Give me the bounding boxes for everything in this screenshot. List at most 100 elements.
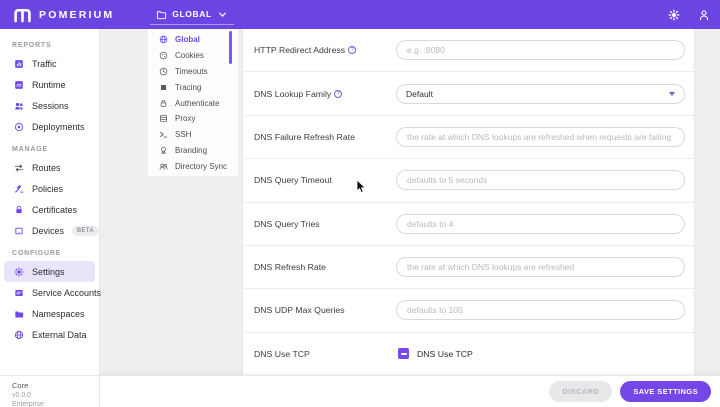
service-accounts-icon: [14, 288, 24, 298]
proxy-stack-icon: [159, 114, 168, 123]
settings-nav-label: Branding: [175, 145, 208, 155]
field-control: DNS Use TCP: [396, 348, 685, 360]
form-row-dns-failure-refresh-rate: DNS Failure Refresh Rate: [243, 116, 694, 160]
dns-query-timeout-input[interactable]: [396, 170, 685, 191]
product-secondary: Enterprise: [12, 401, 44, 407]
workspace-label: GLOBAL: [172, 9, 212, 19]
sidebar-item-traffic[interactable]: Traffic: [4, 53, 95, 74]
sidebar-item-label: Policies: [32, 183, 64, 194]
field-label-text: DNS UDP Max Queries: [254, 305, 345, 316]
field-label: DNS Lookup Family?: [254, 89, 386, 99]
dns-query-tries-input[interactable]: [396, 213, 685, 234]
sidebar-item-label: Deployments: [32, 121, 85, 132]
save-settings-button[interactable]: SAVE SETTINGS: [620, 381, 711, 402]
settings-nav-item-global[interactable]: Global: [148, 32, 238, 48]
sidebar-item-label: Runtime: [32, 79, 66, 90]
settings-nav-item-cookies[interactable]: Cookies: [148, 48, 238, 64]
sidebar-item-label: Routes: [32, 162, 61, 173]
field-label-text: HTTP Redirect Address: [254, 45, 346, 56]
settings-nav-item-tracing[interactable]: Tracing: [148, 79, 238, 95]
sidebar-item-runtime[interactable]: Runtime: [4, 74, 95, 95]
help-icon[interactable]: ?: [334, 89, 343, 98]
routes-icon: [14, 163, 24, 173]
workspace-selector[interactable]: GLOBAL: [150, 4, 234, 25]
globe-icon: [159, 35, 168, 44]
help-icon[interactable]: ?: [348, 46, 357, 55]
sessions-icon: [14, 101, 24, 111]
settings-nav-item-timeouts[interactable]: Timeouts: [148, 64, 238, 80]
sidebar-item-service-accounts[interactable]: Service Accounts: [4, 282, 101, 303]
user-icon[interactable]: [698, 9, 710, 21]
pomerium-logo-icon: [13, 7, 32, 23]
primary-sidebar: REPORTS Traffic Runtime Sessions Deployments…: [0, 29, 101, 375]
clock-icon: [159, 67, 168, 76]
sidebar-item-label: Devices: [32, 225, 65, 236]
beta-badge: BETA: [72, 225, 99, 236]
traffic-chart-icon: [14, 59, 24, 69]
branding-award-icon: [159, 146, 168, 155]
field-label-text: DNS Use TCP: [254, 348, 310, 359]
field-label-text: DNS Lookup Family: [254, 88, 332, 99]
nav-scrollbar[interactable]: [229, 31, 232, 64]
sidebar-item-certificates[interactable]: Certificates: [4, 199, 95, 220]
settings-nav-label: Global: [175, 35, 200, 45]
settings-gear-icon[interactable]: [668, 8, 680, 21]
dns-udp-max-queries-input[interactable]: [396, 300, 685, 321]
field-label-text: DNS Refresh Rate: [254, 262, 326, 273]
settings-nav-label: SSH: [175, 130, 192, 140]
namespaces-icon: [14, 309, 24, 319]
field-control: [396, 126, 685, 147]
chevron-down-icon: [669, 91, 675, 96]
dns-use-tcp-checkbox[interactable]: [398, 348, 409, 360]
field-label: DNS UDP Max Queries: [254, 305, 386, 315]
lock-icon: [159, 99, 168, 108]
sidebar-item-sessions[interactable]: Sessions: [4, 95, 95, 116]
sidebar-item-label: Sessions: [32, 100, 69, 111]
field-label: DNS Query Timeout: [254, 175, 386, 185]
field-control: [396, 300, 685, 321]
dns-refresh-rate-input[interactable]: [396, 257, 685, 278]
field-label: HTTP Redirect Address?: [254, 45, 386, 55]
settings-nav-item-ssh[interactable]: SSH: [148, 127, 238, 143]
dns-failure-refresh-rate-input[interactable]: [396, 126, 685, 147]
devices-icon: [14, 226, 24, 236]
form-row-dns-query-tries: DNS Query Tries: [243, 203, 694, 246]
product-version: v0.0.0: [12, 392, 32, 399]
topbar-actions: [668, 0, 710, 29]
settings-nav-label: Tracing: [175, 82, 202, 92]
sidebar-item-label: Namespaces: [32, 308, 85, 319]
sidebar-section: REPORTS Traffic Runtime Sessions Deployments: [0, 33, 99, 137]
sidebar-item-settings[interactable]: Settings: [4, 261, 95, 282]
action-bar: DISCARD SAVE SETTINGS: [100, 375, 720, 407]
settings-nav-item-proxy[interactable]: Proxy: [148, 111, 238, 127]
settings-nav-item-directory-sync[interactable]: Directory Sync: [148, 158, 238, 174]
settings-nav-label: Proxy: [175, 114, 196, 124]
dns-lookup-family-select[interactable]: Default: [396, 83, 685, 104]
settings-nav-item-branding[interactable]: Branding: [148, 143, 238, 159]
field-label: DNS Failure Refresh Rate: [254, 132, 386, 142]
field-label: DNS Use TCP: [254, 349, 386, 359]
form-row-dns-refresh-rate: DNS Refresh Rate: [243, 246, 694, 290]
sidebar-item-devices[interactable]: Devices BETA: [4, 220, 99, 241]
sidebar-item-namespaces[interactable]: Namespaces: [4, 303, 95, 324]
form-row-dns-lookup-family: DNS Lookup Family? Default: [243, 72, 694, 116]
sidebar-section: MANAGE Routes Policies Certificates Devices B…: [0, 137, 99, 241]
chevron-down-icon: [217, 9, 228, 20]
sidebar-item-deployments[interactable]: Deployments: [4, 116, 95, 137]
sidebar-item-policies[interactable]: Policies: [4, 178, 95, 199]
field-control: [396, 257, 685, 278]
settings-nav-item-authenticate[interactable]: Authenticate: [148, 95, 238, 111]
field-control: Default: [396, 83, 685, 104]
brand: POMERIUM: [0, 7, 114, 23]
sidebar-item-label: Settings: [32, 266, 65, 277]
settings-nav-label: Timeouts: [175, 66, 208, 76]
cookie-icon: [159, 51, 168, 60]
field-label-text: DNS Query Tries: [254, 218, 320, 229]
sidebar-item-external-data[interactable]: External Data: [4, 324, 95, 345]
sidebar-section: CONFIGURE Settings Service Accounts Namespa…: [0, 241, 101, 345]
sidebar-item-routes[interactable]: Routes: [4, 157, 95, 178]
discard-button[interactable]: DISCARD: [549, 381, 613, 402]
http-redirect-address-input[interactable]: [396, 40, 685, 61]
sidebar-item-label: Traffic: [32, 58, 57, 69]
external-data-icon: [14, 330, 24, 340]
